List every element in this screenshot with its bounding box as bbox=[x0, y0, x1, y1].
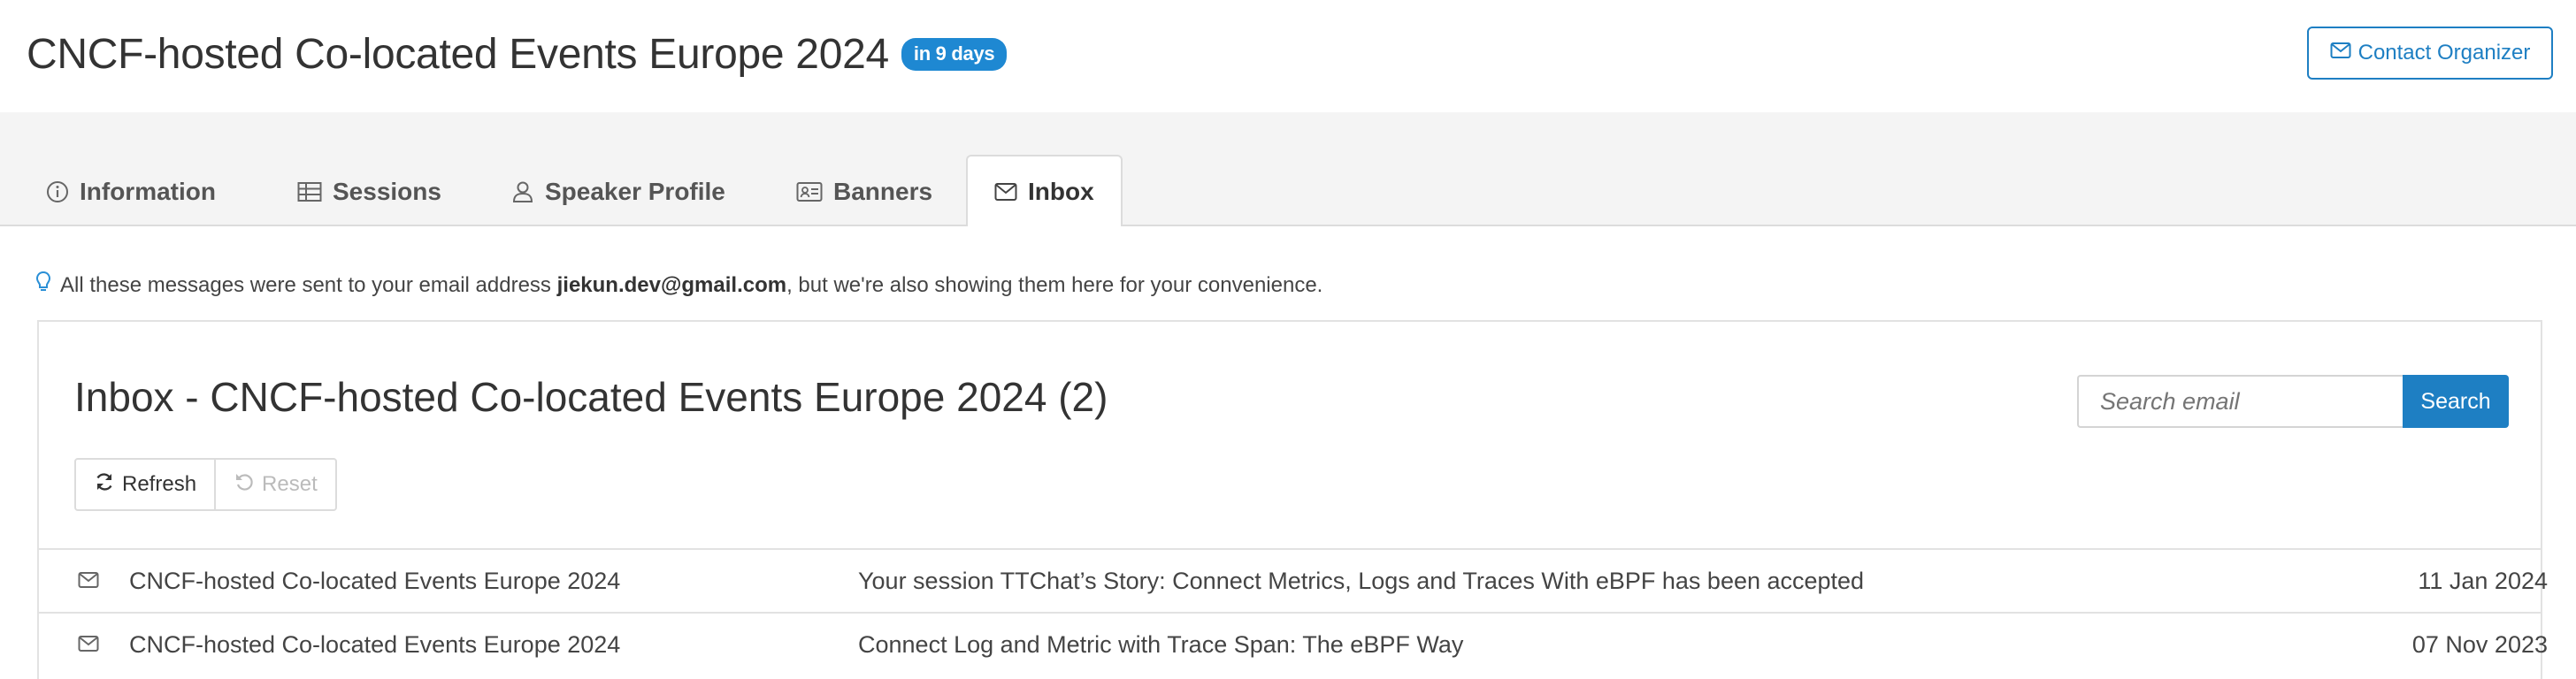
envelope-icon bbox=[78, 631, 99, 659]
envelope-icon bbox=[78, 568, 99, 595]
undo-icon bbox=[234, 471, 255, 499]
tab-sessions[interactable]: Sessions bbox=[271, 156, 468, 226]
reset-button[interactable]: Reset bbox=[216, 458, 337, 511]
table-icon bbox=[297, 181, 322, 202]
tab-sessions-label: Sessions bbox=[333, 177, 441, 205]
notice-text: All these messages were sent to your ema… bbox=[60, 273, 1322, 298]
message-subject[interactable]: Your session TTChat’s Story: Connect Met… bbox=[858, 568, 1864, 595]
tab-information[interactable]: Information bbox=[19, 156, 242, 226]
refresh-icon bbox=[94, 471, 115, 499]
envelope-icon bbox=[2330, 41, 2351, 65]
page-header: CNCF-hosted Co-located Events Europe 202… bbox=[0, 0, 2576, 112]
refresh-button[interactable]: Refresh bbox=[74, 458, 217, 511]
contact-organizer-button[interactable]: Contact Organizer bbox=[2307, 27, 2553, 80]
message-row[interactable]: CNCF-hosted Co-located Events Europe 202… bbox=[39, 612, 2548, 675]
info-circle-icon bbox=[46, 180, 69, 203]
id-card-icon bbox=[796, 181, 823, 202]
search-button[interactable]: Search bbox=[2403, 375, 2509, 428]
tab-inbox[interactable]: Inbox bbox=[966, 155, 1123, 226]
envelope-icon bbox=[994, 182, 1017, 202]
inbox-panel: Inbox - CNCF-hosted Co-located Events Eu… bbox=[37, 320, 2548, 679]
contact-organizer-label: Contact Organizer bbox=[2358, 41, 2531, 65]
tab-banners[interactable]: Banners bbox=[770, 156, 959, 226]
inbox-actions: Refresh Reset bbox=[74, 458, 337, 511]
notice-suffix: , but we're also showing them here for y… bbox=[786, 272, 1323, 297]
user-icon bbox=[511, 180, 534, 203]
message-date: 11 Jan 2024 bbox=[2418, 567, 2548, 594]
search-email-input[interactable] bbox=[2077, 375, 2403, 428]
notice-email: jiekun.dev@gmail.com bbox=[556, 272, 787, 297]
message-sender: CNCF-hosted Co-located Events Europe 202… bbox=[129, 630, 621, 658]
notice-prefix: All these messages were sent to your ema… bbox=[60, 272, 557, 297]
refresh-label: Refresh bbox=[122, 472, 197, 496]
inbox-content: All these messages were sent to your ema… bbox=[0, 226, 2576, 679]
tab-banners-label: Banners bbox=[833, 177, 933, 205]
tab-speaker-profile[interactable]: Speaker Profile bbox=[485, 156, 752, 226]
tab-speaker-profile-label: Speaker Profile bbox=[545, 177, 725, 205]
message-subject[interactable]: Connect Log and Metric with Trace Span: … bbox=[858, 631, 1463, 659]
lightbulb-icon bbox=[35, 271, 51, 300]
tab-inbox-label: Inbox bbox=[1028, 177, 1094, 205]
tab-information-label: Information bbox=[80, 177, 216, 205]
reset-label: Reset bbox=[262, 472, 318, 496]
inbox-title: Inbox - CNCF-hosted Co-located Events Eu… bbox=[74, 374, 1108, 420]
tab-bar: Information Sessions Speaker Profile Ban… bbox=[0, 112, 2576, 226]
message-sender: CNCF-hosted Co-located Events Europe 202… bbox=[129, 567, 621, 594]
event-title: CNCF-hosted Co-located Events Europe 202… bbox=[27, 30, 1008, 79]
countdown-badge: in 9 days bbox=[901, 38, 1008, 71]
message-row[interactable]: CNCF-hosted Co-located Events Europe 202… bbox=[39, 548, 2548, 612]
event-title-text: CNCF-hosted Co-located Events Europe 202… bbox=[27, 31, 889, 78]
message-date: 07 Nov 2023 bbox=[2411, 630, 2548, 658]
email-notice: All these messages were sent to your ema… bbox=[35, 271, 1322, 300]
